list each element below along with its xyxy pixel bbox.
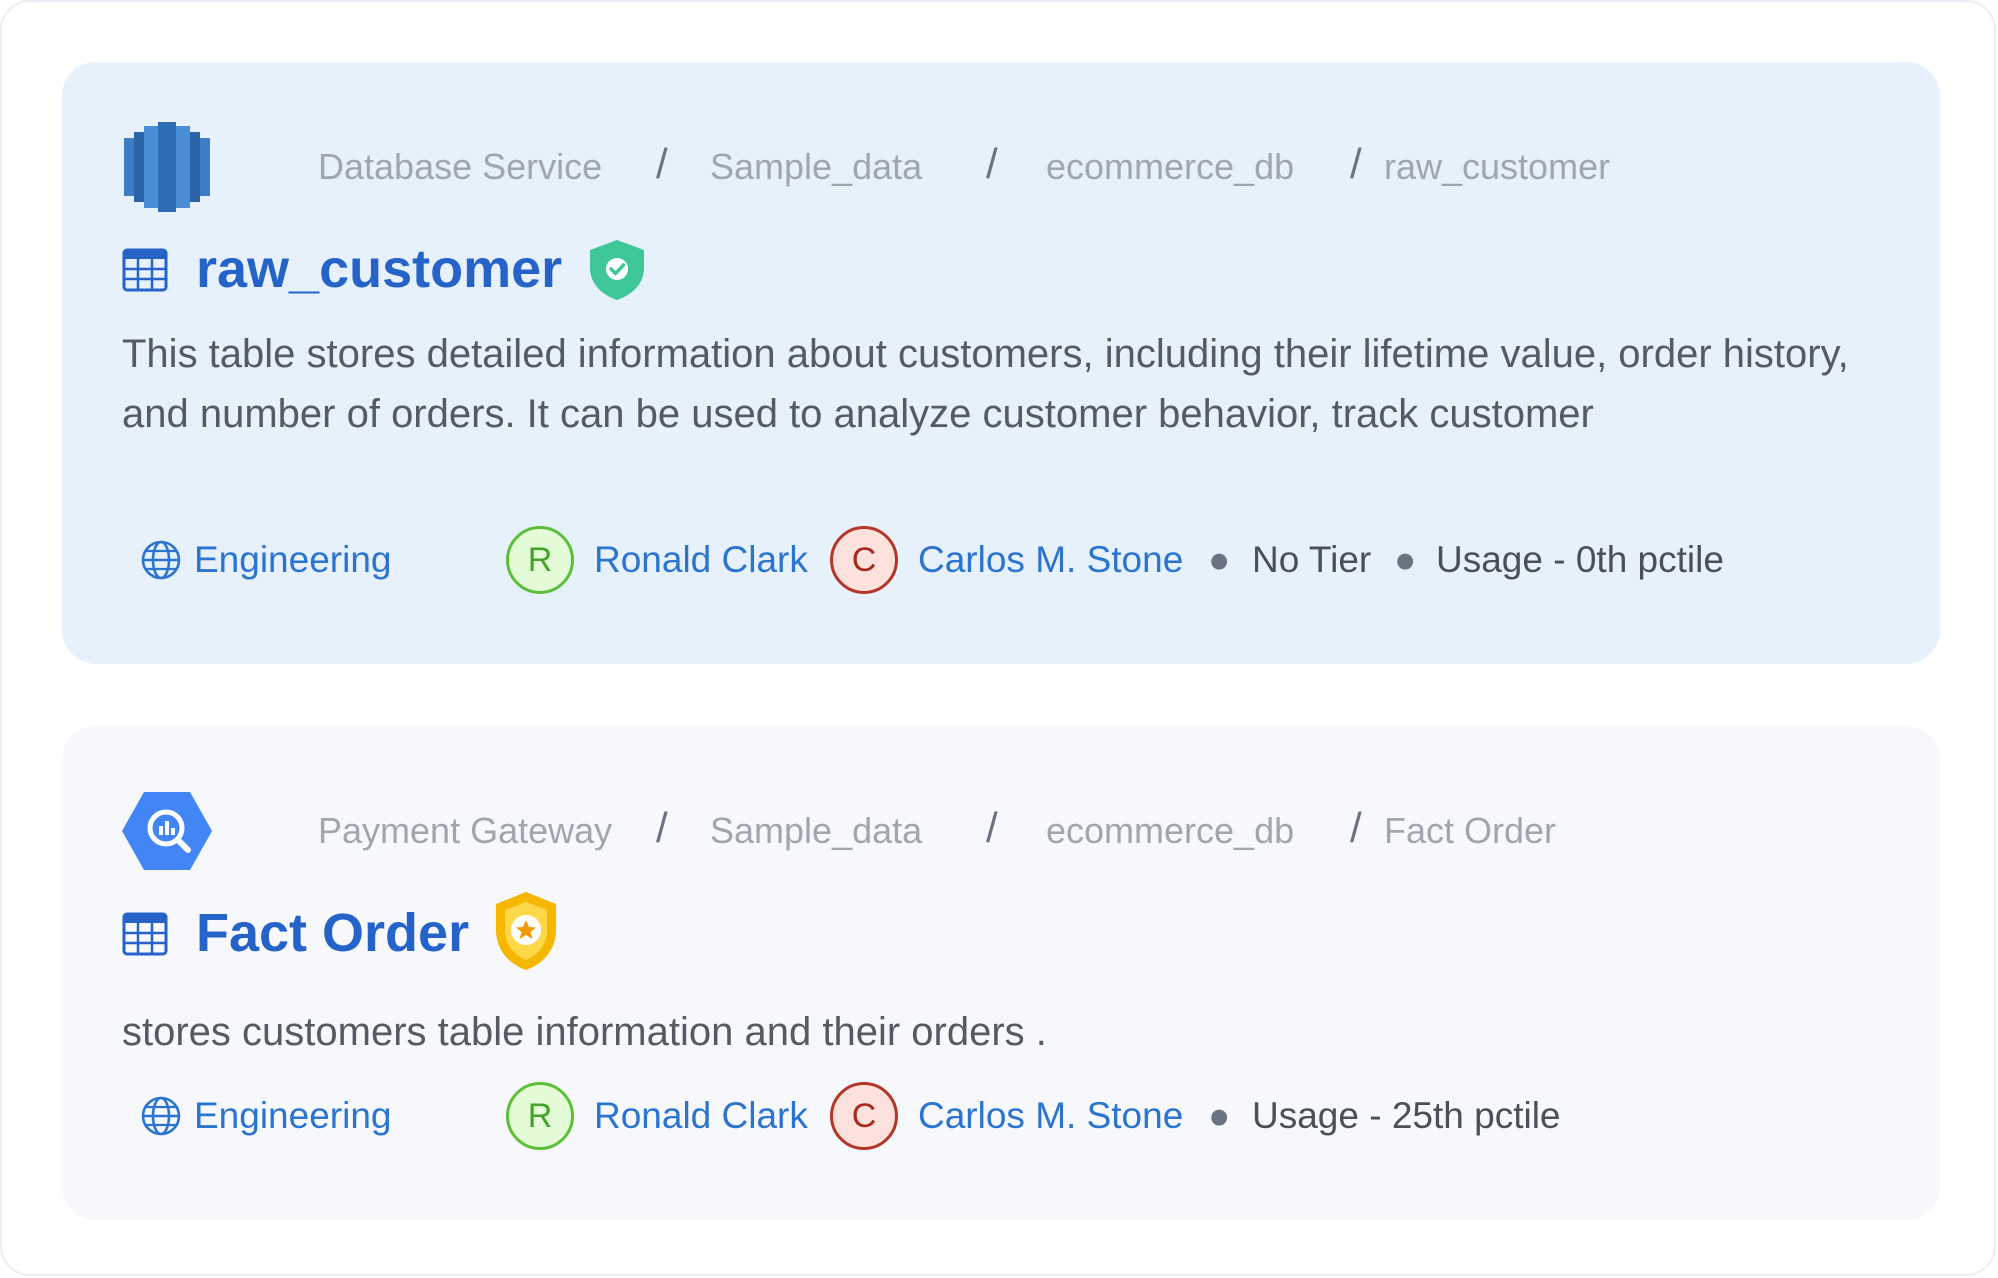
globe-icon [141,540,181,580]
entity-title-link[interactable]: raw_customer [196,234,562,304]
breadcrumb-separator: / [986,804,998,851]
separator-dot: ● [1208,539,1231,580]
breadcrumb-schema[interactable]: ecommerce_db [1046,809,1294,853]
separator-dot: ● [1208,1095,1231,1136]
title-row: Fact Order [122,892,1882,970]
title-row: raw_customer [122,234,1882,304]
breadcrumb-separator: / [1350,804,1362,851]
avatar: R [506,526,574,594]
domain-label: Engineering [194,539,392,580]
breadcrumb-service[interactable]: Database Service [318,145,602,189]
entity-title-link[interactable]: Fact Order [196,898,469,968]
domain-link[interactable]: Engineering [140,1080,391,1152]
breadcrumb-table[interactable]: Fact Order [1384,809,1556,853]
breadcrumb-table[interactable]: raw_customer [1384,145,1610,189]
avatar: C [830,526,898,594]
verified-shield-icon [590,240,644,300]
breadcrumb-separator: / [986,140,998,187]
breadcrumb: Database Service / Sample_data / ecommer… [122,122,1882,212]
owner-ronald-clark[interactable]: R Ronald Clark [506,524,808,596]
breadcrumb-separator: / [1350,140,1362,187]
breadcrumb: Payment Gateway / Sample_data / ecommerc… [122,786,1882,876]
owner-carlos-stone[interactable]: C Carlos M. Stone [830,524,1183,596]
breadcrumb-separator: / [656,140,668,187]
entity-meta-row: Engineering R Ronald Clark C Carlos M. S… [140,1080,1900,1152]
search-result-card[interactable]: Database Service / Sample_data / ecommer… [62,62,1940,664]
owner-ronald-clark[interactable]: R Ronald Clark [506,1080,808,1152]
domain-label: Engineering [194,1095,392,1136]
entity-meta-row: Engineering R Ronald Clark C Carlos M. S… [140,524,1900,596]
owner-name: Ronald Clark [594,539,808,580]
owner-name: Ronald Clark [594,1095,808,1136]
separator-dot: ● [1394,539,1417,580]
results-panel: Database Service / Sample_data / ecommer… [0,0,1996,1276]
breadcrumb-service[interactable]: Payment Gateway [318,809,612,853]
breadcrumb-database[interactable]: Sample_data [710,145,922,189]
bigquery-icon [122,792,212,870]
owner-name: Carlos M. Stone [918,1095,1184,1136]
breadcrumb-separator: / [656,804,668,851]
search-result-card[interactable]: Payment Gateway / Sample_data / ecommerc… [62,726,1940,1220]
usage-label: Usage - 25th pctile [1252,1095,1561,1136]
breadcrumb-schema[interactable]: ecommerce_db [1046,145,1294,189]
globe-icon [141,1096,181,1136]
usage-label: Usage - 0th pctile [1436,539,1724,580]
redshift-icon [124,122,210,212]
tier-label: No Tier [1252,539,1372,580]
owner-carlos-stone[interactable]: C Carlos M. Stone [830,1080,1183,1152]
avatar: C [830,1082,898,1150]
owner-name: Carlos M. Stone [918,539,1184,580]
gold-star-shield-icon [496,892,556,970]
table-icon [122,912,168,956]
domain-link[interactable]: Engineering [140,524,391,596]
breadcrumb-database[interactable]: Sample_data [710,809,922,853]
entity-description: This table stores detailed information a… [122,332,1849,436]
table-icon [122,248,168,292]
entity-description: stores customers table information and t… [122,1010,1047,1054]
avatar: R [506,1082,574,1150]
